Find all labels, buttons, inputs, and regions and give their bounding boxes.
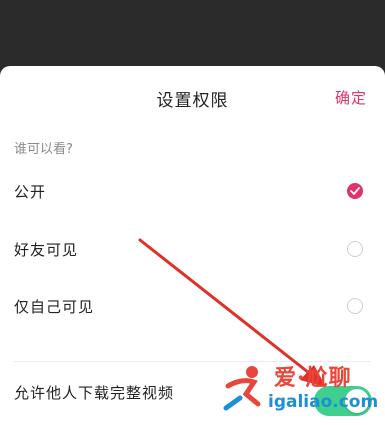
permission-sheet: 设置权限 确定 谁可以看? 公开 好友可见 仅自己可见 允许他人下载完整视频 bbox=[0, 66, 385, 425]
toggle-knob bbox=[345, 389, 369, 413]
option-only-me[interactable]: 仅自己可见 bbox=[0, 285, 385, 329]
option-label: 仅自己可见 bbox=[14, 298, 95, 316]
top-dark-area bbox=[0, 0, 385, 66]
section-label-who-can-see: 谁可以看? bbox=[14, 142, 73, 157]
radio-checked-icon[interactable] bbox=[347, 183, 363, 199]
allow-download-toggle[interactable] bbox=[314, 386, 372, 416]
radio-unchecked-icon[interactable] bbox=[347, 298, 363, 314]
option-friends[interactable]: 好友可见 bbox=[0, 228, 385, 272]
sheet-title: 设置权限 bbox=[156, 91, 229, 111]
option-public[interactable]: 公开 bbox=[0, 170, 385, 214]
radio-unchecked-icon[interactable] bbox=[347, 241, 363, 257]
option-label: 好友可见 bbox=[14, 241, 79, 259]
allow-download-label: 允许他人下载完整视频 bbox=[14, 384, 175, 402]
divider bbox=[14, 361, 371, 362]
option-label: 公开 bbox=[14, 183, 47, 201]
confirm-button[interactable]: 确定 bbox=[335, 87, 367, 108]
